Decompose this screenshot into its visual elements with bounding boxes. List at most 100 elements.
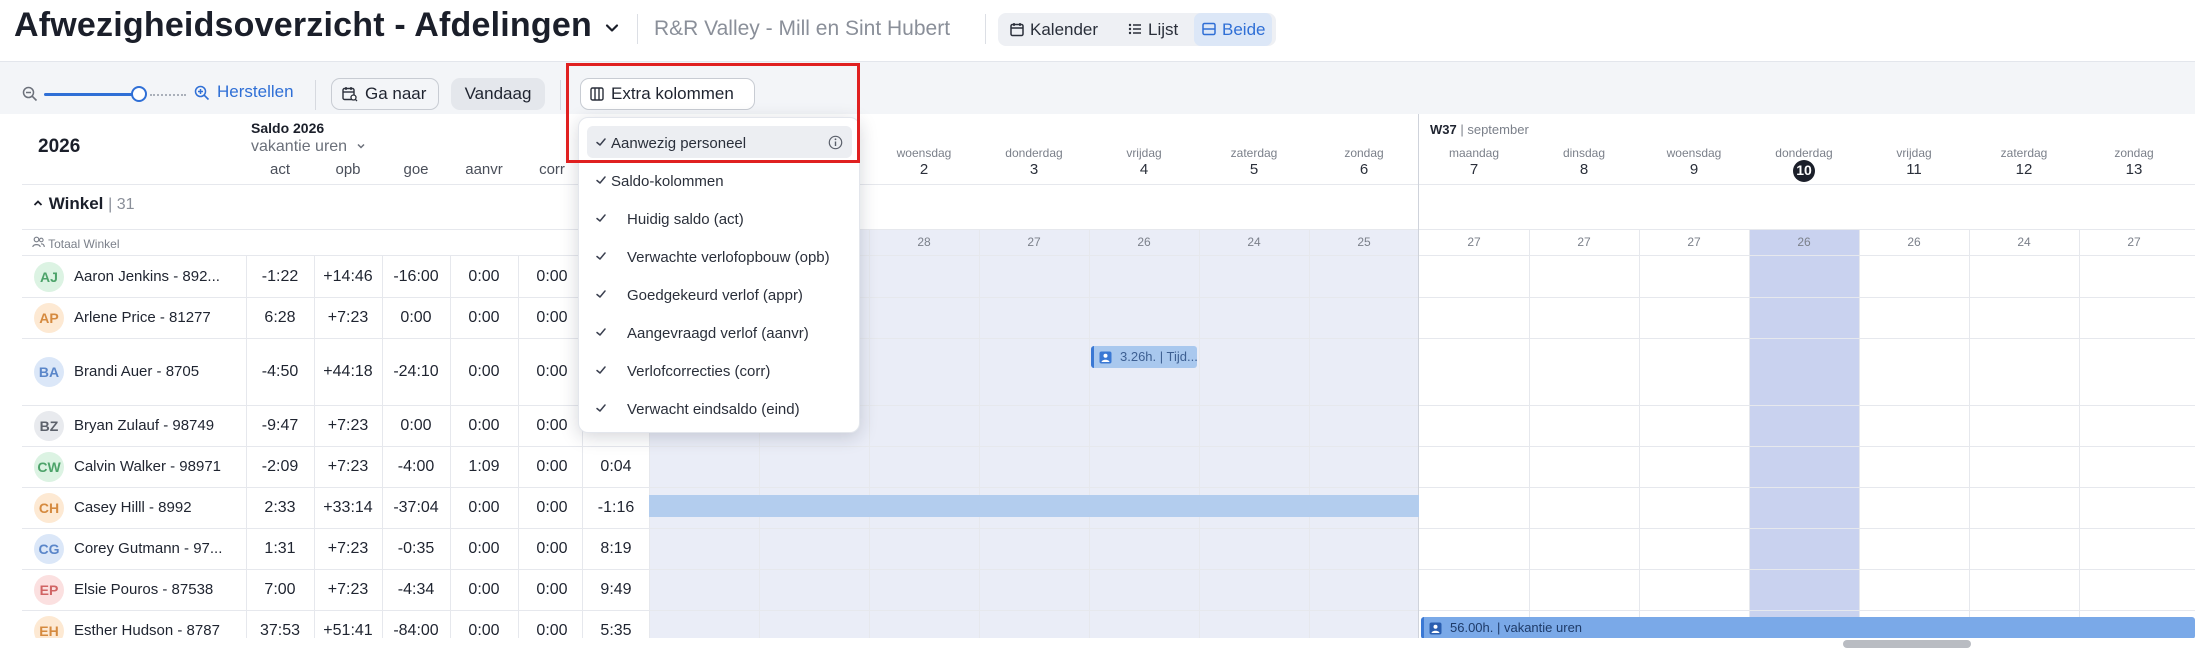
saldo-cell-opb: +7:23 [327,580,369,598]
saldo-cell-act: -9:47 [261,416,299,434]
saldo-column-header[interactable]: opb [314,161,382,178]
toolbar-divider [560,80,561,110]
horizontal-scrollbar-thumb[interactable] [1843,640,1971,648]
group-toggle-winkel[interactable]: Winkel | 31 [32,194,135,214]
day-present-count: 27 [1687,235,1701,249]
day-number[interactable]: 2 [869,161,979,178]
absence-event[interactable]: 3.26h. | Tijd... [1091,346,1197,368]
header-divider [637,14,638,44]
day-number-today[interactable]: 10 [1749,162,1859,178]
chevron-down-icon[interactable] [604,20,620,36]
day-divider-line [869,229,870,638]
day-number[interactable]: 12 [1969,161,2079,178]
saldo-cell-aanvr: 0:00 [468,416,500,434]
day-divider-line [1639,229,1640,638]
group-total-text: Totaal Winkel [48,237,120,251]
day-divider-line [1089,229,1090,638]
saldo-cell-eind: -1:16 [597,498,635,516]
saldo-cell-corr: 0:00 [536,539,568,557]
dropdown-item[interactable]: Goedgekeurd verlof (appr) [579,278,861,312]
avatar: CG [34,533,64,564]
day-present-count: 27 [1467,235,1481,249]
view-tab-both[interactable]: Beide [1194,13,1272,46]
day-number[interactable]: 11 [1859,161,1969,178]
employee-name[interactable]: Esther Hudson - 8787 [74,622,244,639]
day-number[interactable]: 9 [1639,161,1749,178]
day-divider-line [2079,229,2080,638]
saldo-cell-aanvr: 0:00 [468,362,500,380]
day-number[interactable]: 13 [2079,161,2189,178]
day-number[interactable]: 4 [1089,161,1199,178]
day-number[interactable]: 8 [1529,161,1639,178]
users-icon [32,236,45,248]
employee-name[interactable]: Calvin Walker - 98971 [74,458,244,475]
dropdown-item[interactable]: Verwachte verlofopbouw (opb) [579,240,861,274]
saldo-cell-act: -2:09 [261,457,299,475]
saldo-cell-goe: -4:00 [397,457,435,475]
saldo-cell-corr: 0:00 [536,362,568,380]
day-present-count: 28 [917,235,931,249]
dropdown-item-label: Aangevraagd verlof (aanvr) [627,325,809,342]
view-tab-label: Lijst [1148,20,1179,39]
zoom-in-icon[interactable] [194,85,210,101]
day-number[interactable]: 7 [1419,161,1529,178]
reset-zoom-link[interactable]: Herstellen [217,82,294,102]
absence-grid: 2026 Saldo 2026 vakantie uren act opb goe a… [22,114,2195,638]
employee-name[interactable]: Casey Hilll - 8992 [74,499,244,516]
person-badge-icon [1099,351,1112,364]
day-name: zaterdag [1230,146,1278,160]
saldo-cell-corr: 0:00 [536,621,568,639]
saldo-column-header[interactable]: goe [382,161,450,178]
calendar-icon [1010,23,1024,37]
day-number[interactable]: 3 [979,161,1089,178]
saldo-cell-eind: 0:04 [600,457,632,475]
saldo-cell-goe: 0:00 [400,416,432,434]
page-title[interactable]: Afwezigheidsoverzicht - Afdelingen [14,6,592,45]
view-tab-label: Kalender [1030,20,1099,39]
saldo-cell-opb: +7:23 [327,539,369,557]
avatar: AJ [34,261,64,292]
saldo-unit-select[interactable]: vakantie uren [251,138,366,156]
saldo-column-header[interactable]: corr [518,161,586,178]
zoom-out-icon[interactable] [22,86,38,102]
zoom-slider-track[interactable] [44,93,138,96]
employee-name[interactable]: Aaron Jenkins - 892... [74,268,244,285]
today-button[interactable]: Vandaag [451,78,545,110]
employee-name[interactable]: Bryan Zulauf - 98749 [74,417,244,434]
employee-name[interactable]: Corey Gutmann - 97... [74,540,244,557]
absence-bar[interactable] [649,495,1419,517]
dropdown-item[interactable]: Saldo-kolommen [579,164,861,198]
check-icon [596,290,606,298]
dropdown-item[interactable]: Aangevraagd verlof (aanvr) [579,316,861,350]
view-tab-calendar[interactable]: Kalender [1002,13,1098,46]
saldo-cell-act: 2:33 [264,498,296,516]
saldo-column-header[interactable]: act [246,161,314,178]
group-count: | 31 [108,196,135,213]
saldo-column-header[interactable]: aanvr [450,161,518,178]
day-name: maandag [1448,146,1500,160]
employee-name[interactable]: Elsie Pouros - 87538 [74,581,244,598]
saldo-cell-goe: -84:00 [393,621,439,639]
saldo-cell-goe: -4:34 [397,580,435,598]
dropdown-item[interactable]: Huidig saldo (act) [579,202,861,236]
view-tab-list[interactable]: Lijst [1120,13,1188,46]
employee-name[interactable]: Brandi Auer - 8705 [74,363,244,380]
extra-columns-dropdown: Aanwezig personeel Saldo-kolommen Huidig s… [578,117,860,433]
absence-event[interactable]: 56.00h. | vakantie uren [1421,617,2195,638]
day-present-count: 26 [1907,235,1921,249]
zoom-slider-handle[interactable] [131,86,147,102]
saldo-cell-corr: 0:00 [536,580,568,598]
day-divider-line [1529,229,1530,638]
dropdown-item[interactable]: Verwacht eindsaldo (eind) [579,392,861,426]
year-label: 2026 [38,136,81,157]
day-number[interactable]: 6 [1309,161,1419,178]
employee-name[interactable]: Arlene Price - 81277 [74,309,244,326]
saldo-cell-aanvr: 0:00 [468,308,500,326]
week-divider-line [1418,114,1419,638]
goto-button[interactable]: Ga naar [331,78,439,110]
saldo-cell-aanvr: 0:00 [468,267,500,285]
dropdown-item[interactable]: Verlofcorrecties (corr) [579,354,861,388]
saldo-title: Saldo 2026 [251,120,325,136]
zoom-slider-track-rest[interactable] [150,94,186,96]
day-number[interactable]: 5 [1199,161,1309,178]
